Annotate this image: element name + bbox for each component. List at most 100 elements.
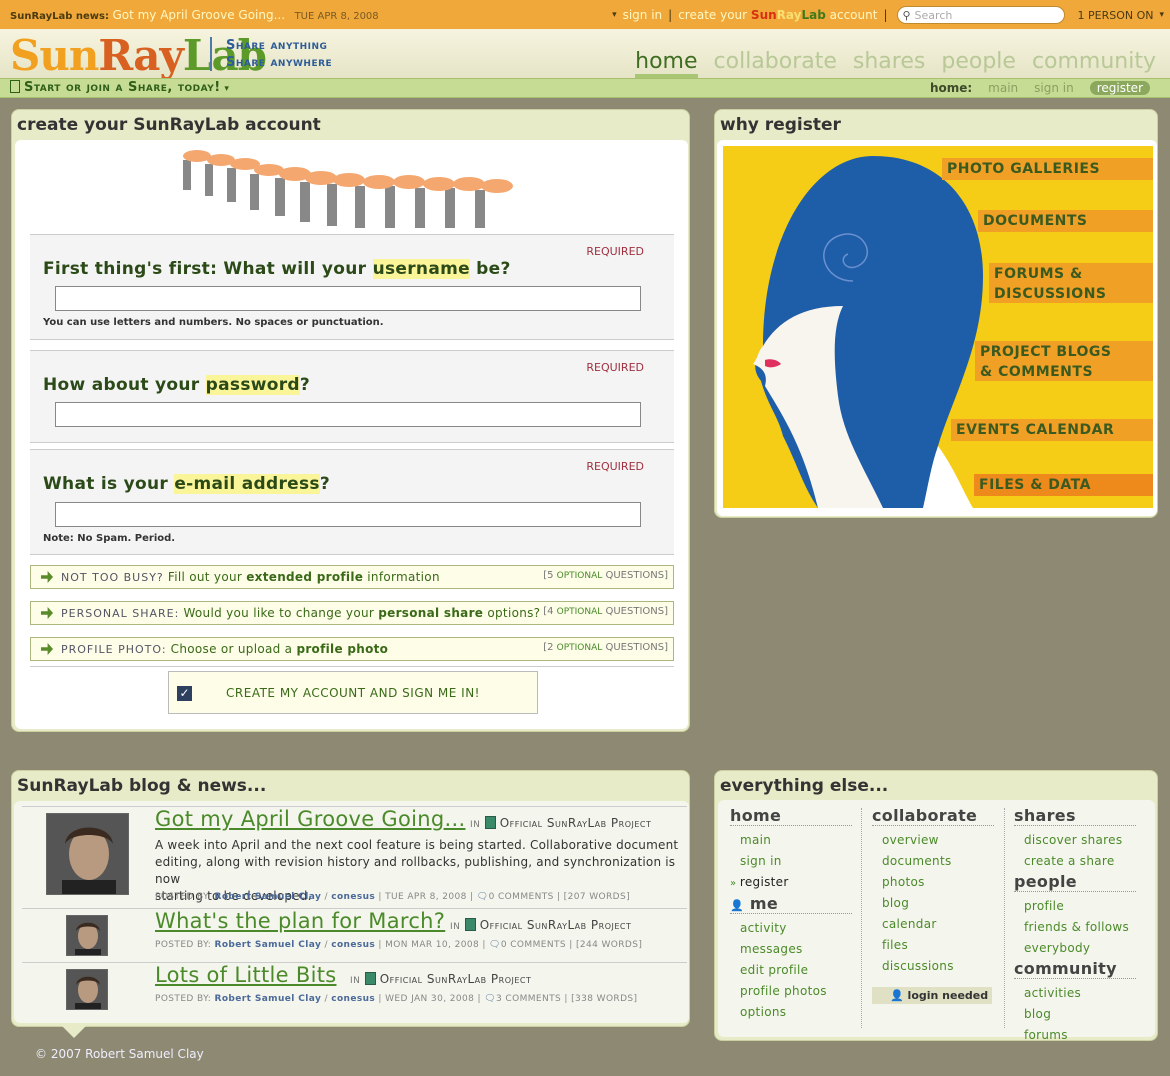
subnav-sign-in[interactable]: sign in	[1034, 81, 1074, 95]
figure	[327, 184, 337, 226]
subnav-register[interactable]: register	[1089, 81, 1150, 95]
subnav-main[interactable]: main	[988, 81, 1018, 95]
email-field[interactable]	[55, 502, 641, 527]
option-bold: extended profile	[246, 570, 364, 584]
map-documents[interactable]: documents	[872, 851, 994, 872]
arrow-right-icon	[41, 607, 53, 619]
breadcrumb: home: main sign in register	[930, 81, 1150, 95]
option-key: PERSONAL SHARE:	[61, 607, 180, 620]
site-map-col-collaborate: collaborate overview documents photos bl…	[872, 806, 994, 1004]
blog-entry-title[interactable]: Lots of Little Bits	[155, 963, 337, 987]
map-activities[interactable]: activities	[1014, 983, 1136, 1004]
home-heading[interactable]: home	[730, 806, 852, 826]
feature-photo-galleries: PHOTO GALLERIES	[942, 158, 1153, 180]
spiral-profile-illustration	[753, 156, 983, 508]
create-account-link[interactable]: create your SunRayLab account	[678, 8, 877, 22]
chevron-down-icon[interactable]: ▾	[1159, 10, 1164, 20]
handle-link[interactable]: conesus	[331, 892, 375, 902]
shares-heading[interactable]: shares	[1014, 806, 1136, 826]
news-link[interactable]: Got my April Groove Going...	[112, 8, 285, 22]
create-account-ray: Ray	[776, 8, 802, 22]
author-avatar[interactable]	[66, 969, 108, 1010]
map-messages[interactable]: messages	[730, 939, 852, 960]
map-sign-in[interactable]: sign in	[730, 851, 852, 872]
blog-entry-project[interactable]: IN Official SunRayLab Project	[347, 972, 531, 986]
blog-entry-project[interactable]: IN Official SunRayLab Project	[447, 918, 631, 932]
map-friends-follows[interactable]: friends & follows	[1014, 917, 1136, 938]
blog-entry-title[interactable]: Got my April Groove Going...	[155, 807, 465, 831]
project-name: Official SunRayLab Project	[499, 816, 652, 830]
nav-community[interactable]: community	[1032, 49, 1156, 78]
comments-link[interactable]: 0 COMMENTS	[489, 892, 554, 902]
search-input[interactable]: ⚲ Search	[897, 6, 1066, 24]
arrow-right-icon	[41, 643, 53, 655]
map-profile[interactable]: profile	[1014, 896, 1136, 917]
map-blog[interactable]: blog	[872, 893, 994, 914]
extended-profile-option[interactable]: NOT TOO BUSY? Fill out your extended pro…	[30, 565, 674, 589]
comments-link[interactable]: 3 COMMENTS	[496, 994, 561, 1004]
map-everybody[interactable]: everybody	[1014, 938, 1136, 959]
sign-in-link[interactable]: sign in	[623, 8, 663, 22]
personal-share-option[interactable]: PERSONAL SHARE: Would you like to change…	[30, 601, 674, 625]
collaborate-heading[interactable]: collaborate	[872, 806, 994, 826]
map-main[interactable]: main	[730, 830, 852, 851]
start-share-link[interactable]: Start or join a Share, today! ▾	[10, 80, 229, 95]
community-heading[interactable]: community	[1014, 959, 1136, 979]
map-discover-shares[interactable]: discover shares	[1014, 830, 1136, 851]
map-create-share[interactable]: create a share	[1014, 851, 1136, 872]
people-heading[interactable]: people	[1014, 872, 1136, 892]
author-link[interactable]: Robert Samuel Clay	[214, 892, 321, 902]
site-map-col-home: home main sign in » register 👤 me activi…	[730, 806, 852, 1023]
shirt	[62, 880, 116, 894]
nav-shares[interactable]: shares	[853, 49, 925, 78]
author-avatar[interactable]	[46, 813, 129, 895]
login-needed-label: login needed	[907, 989, 989, 1002]
figure	[445, 188, 455, 228]
profile-photo-option[interactable]: PROFILE PHOTO: Choose or upload a profil…	[30, 637, 674, 661]
username-field[interactable]	[55, 286, 641, 311]
why-register-panel: why register PHOTO GALLERIES DOCUMENTS F…	[714, 109, 1158, 518]
option-count-num: [4	[543, 606, 554, 617]
handle-link[interactable]: conesus	[331, 994, 375, 1004]
author-link[interactable]: Robert Samuel Clay	[214, 994, 321, 1004]
posted-by-label: POSTED BY:	[155, 940, 212, 950]
map-profile-photos[interactable]: profile photos	[730, 981, 852, 1002]
blog-entry-project[interactable]: IN Official SunRayLab Project	[467, 816, 651, 830]
map-photos[interactable]: photos	[872, 872, 994, 893]
map-community-blog[interactable]: blog	[1014, 1004, 1136, 1025]
nav-collaborate[interactable]: collaborate	[714, 49, 837, 78]
map-edit-profile[interactable]: edit profile	[730, 960, 852, 981]
blog-news-panel: SunRayLab blog & news... Got my April Gr…	[11, 770, 690, 1027]
handle-link[interactable]: conesus	[331, 940, 375, 950]
map-discussions[interactable]: discussions	[872, 956, 994, 977]
map-files[interactable]: files	[872, 935, 994, 956]
author-link[interactable]: Robert Samuel Clay	[214, 940, 321, 950]
figure	[275, 178, 285, 216]
slash: /	[324, 940, 328, 950]
blog-entry-meta: POSTED BY: Robert Samuel Clay / conesus …	[155, 994, 637, 1004]
map-calendar[interactable]: calendar	[872, 914, 994, 935]
figure	[250, 174, 259, 210]
map-overview[interactable]: overview	[872, 830, 994, 851]
word-count: | [338 WORDS]	[564, 994, 638, 1004]
option-questions: QUESTIONS]	[605, 642, 668, 653]
me-heading[interactable]: 👤 me	[730, 894, 852, 914]
map-activity[interactable]: activity	[730, 918, 852, 939]
username-section: REQUIRED First thing's first: What will …	[30, 234, 674, 340]
blog-entry-title[interactable]: What's the plan for March?	[155, 909, 445, 933]
comments-link[interactable]: 0 COMMENTS	[501, 940, 566, 950]
everything-else-title: everything else...	[720, 776, 889, 796]
author-avatar[interactable]	[66, 915, 108, 956]
required-label: REQUIRED	[586, 460, 644, 473]
map-register[interactable]: » register	[730, 872, 852, 894]
everything-else-panel: everything else... home main sign in » r…	[714, 770, 1158, 1042]
site-map: home main sign in » register 👤 me activi…	[718, 800, 1155, 1042]
create-account-button[interactable]: ✓ CREATE MY ACCOUNT AND SIGN ME IN!	[168, 671, 538, 714]
map-options[interactable]: options	[730, 1002, 852, 1023]
nav-home[interactable]: home	[635, 49, 698, 78]
nav-people[interactable]: people	[941, 49, 1016, 78]
search-placeholder: Search	[914, 8, 953, 22]
start-share-label: Start or join a Share, today!	[24, 80, 221, 95]
password-field[interactable]	[55, 402, 641, 427]
map-forums[interactable]: forums	[1014, 1025, 1136, 1046]
